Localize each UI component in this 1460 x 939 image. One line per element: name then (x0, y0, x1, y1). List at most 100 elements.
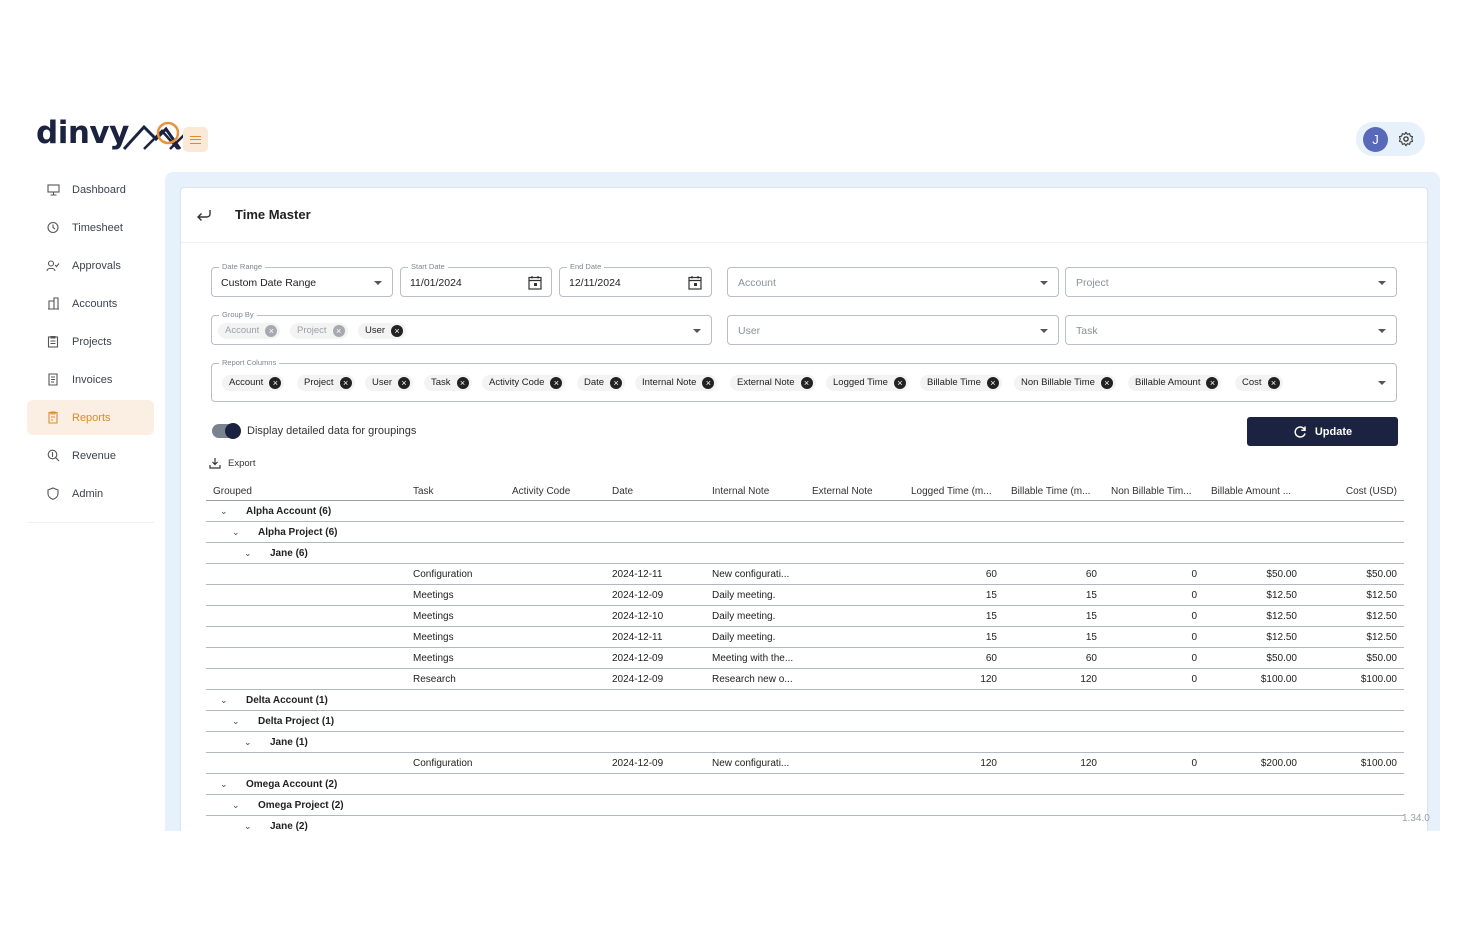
table-row[interactable]: Configuration 2024-12-09 New configurati… (206, 753, 1404, 774)
report-columns-select[interactable]: Report Columns Account × Project × User × T… (211, 358, 1397, 402)
sidebar-item-accounts[interactable]: Accounts (27, 286, 154, 321)
user-menu[interactable]: J (1356, 122, 1425, 156)
group-row-project[interactable]: ⌄ Omega Project (2) (206, 795, 1404, 816)
avatar[interactable]: J (1363, 127, 1388, 152)
table-row[interactable]: Meetings 2024-12-10 Daily meeting. 15 15… (206, 606, 1404, 627)
group-by-chip-user[interactable]: User × (358, 323, 407, 339)
gear-icon[interactable] (1398, 131, 1414, 147)
chip-remove-icon[interactable]: × (702, 377, 715, 389)
update-button[interactable]: Update (1247, 417, 1398, 446)
chip-remove-icon[interactable]: × (339, 377, 352, 389)
sidebar-item-reports[interactable]: Reports (27, 400, 154, 435)
table-row[interactable]: Meetings 2024-12-11 Daily meeting. 15 15… (206, 627, 1404, 648)
task-select[interactable]: Task (1065, 315, 1397, 345)
chip-remove-icon[interactable]: × (800, 377, 813, 389)
column-chip-date[interactable]: Date × (577, 375, 626, 391)
chip-remove-icon[interactable]: × (269, 377, 282, 389)
chip-remove-icon[interactable]: × (610, 377, 623, 389)
column-chip-external-note[interactable]: External Note × (730, 375, 816, 391)
sidebar-item-label: Admin (72, 487, 104, 500)
group-by-select[interactable]: Group By Account × Project × User × (211, 310, 712, 345)
group-row-user[interactable]: ⌄ Jane (2) (206, 816, 1404, 831)
sidebar-item-admin[interactable]: Admin (27, 476, 154, 511)
sidebar-item-dashboard[interactable]: Dashboard (27, 172, 154, 207)
chip-remove-icon[interactable]: × (1100, 377, 1113, 389)
chip-remove-icon[interactable]: × (1206, 377, 1219, 389)
sidebar-item-timesheet[interactable]: Timesheet (27, 210, 154, 245)
sidebar-item-revenue[interactable]: Revenue (27, 438, 154, 473)
user-select[interactable]: User (727, 315, 1059, 345)
chip-remove-icon[interactable]: × (391, 325, 404, 337)
back-arrow-icon[interactable] (196, 208, 212, 222)
calendar-icon[interactable] (528, 275, 542, 290)
date-range-select[interactable]: Date Range Custom Date Range (211, 262, 393, 297)
table-row[interactable]: Meetings 2024-12-09 Daily meeting. 15 15… (206, 585, 1404, 606)
menu-toggle-button[interactable] (183, 127, 208, 152)
column-header-logged-time[interactable]: Logged Time (m... (911, 486, 1003, 497)
column-header-activity-code[interactable]: Activity Code (512, 486, 570, 497)
cell-non-billable-time: 0 (1191, 758, 1197, 769)
group-row-project[interactable]: ⌄ Alpha Project (6) (206, 522, 1404, 543)
chevron-down-icon[interactable]: ⌄ (220, 779, 228, 790)
chevron-down-icon[interactable]: ⌄ (244, 737, 252, 748)
column-header-billable-time[interactable]: Billable Time (m... (1011, 486, 1103, 497)
detailed-data-toggle[interactable] (212, 423, 241, 439)
column-chip-non-billable-time[interactable]: Non Billable Time × (1014, 375, 1116, 391)
chevron-down-icon[interactable]: ⌄ (232, 800, 240, 811)
project-select[interactable]: Project (1065, 267, 1397, 297)
chevron-down-icon[interactable]: ⌄ (232, 716, 240, 727)
column-chip-internal-note[interactable]: Internal Note × (635, 375, 718, 391)
group-label: Alpha Project (6) (258, 527, 338, 538)
account-select[interactable]: Account (727, 267, 1059, 297)
column-chip-task[interactable]: Task × (424, 375, 472, 391)
chevron-down-icon[interactable]: ⌄ (220, 695, 228, 706)
table-row[interactable]: Research 2024-12-09 Research new o... 12… (206, 669, 1404, 690)
start-date-field[interactable]: Start Date 11/01/2024 (400, 262, 552, 297)
sidebar-item-invoices[interactable]: Invoices (27, 362, 154, 397)
chip-remove-icon[interactable]: × (456, 377, 469, 389)
column-header-task[interactable]: Task (413, 486, 434, 497)
column-chip-activity-code[interactable]: Activity Code × (482, 375, 566, 391)
column-chip-account[interactable]: Account × (222, 375, 285, 391)
group-by-chip-account: Account × (218, 323, 281, 339)
column-header-external-note[interactable]: External Note (812, 486, 873, 497)
group-row-user[interactable]: ⌄ Jane (6) (206, 543, 1404, 564)
calendar-icon[interactable] (688, 275, 702, 290)
chevron-down-icon[interactable]: ⌄ (244, 821, 252, 831)
group-row-account[interactable]: ⌄ Delta Account (1) (206, 690, 1404, 711)
column-header-cost[interactable]: Cost (USD) (1346, 486, 1397, 497)
column-chip-billable-amount[interactable]: Billable Amount × (1128, 375, 1222, 391)
table-row[interactable]: Configuration 2024-12-11 New configurati… (206, 564, 1404, 585)
chevron-down-icon[interactable]: ⌄ (220, 506, 228, 517)
column-chip-cost[interactable]: Cost × (1235, 375, 1283, 391)
column-chip-billable-time[interactable]: Billable Time × (920, 375, 1002, 391)
chip-remove-icon[interactable]: × (986, 377, 999, 389)
column-chip-project[interactable]: Project × (297, 375, 355, 391)
cell-billable-amount: $50.00 (1266, 653, 1297, 664)
group-row-project[interactable]: ⌄ Delta Project (1) (206, 711, 1404, 732)
group-row-account[interactable]: ⌄ Omega Account (2) (206, 774, 1404, 795)
chip-remove-icon[interactable]: × (1267, 377, 1280, 389)
column-chip-user[interactable]: User × (365, 375, 414, 391)
end-date-field[interactable]: End Date 12/11/2024 (559, 262, 712, 297)
sidebar-item-approvals[interactable]: Approvals (27, 248, 154, 283)
cell-non-billable-time: 0 (1191, 590, 1197, 601)
chip-remove-icon[interactable]: × (398, 377, 411, 389)
chip-remove-icon[interactable]: × (893, 377, 906, 389)
column-chip-logged-time[interactable]: Logged Time × (826, 375, 909, 391)
column-header-billable-amount[interactable]: Billable Amount ... (1211, 486, 1303, 497)
chip-remove-icon[interactable]: × (550, 377, 563, 389)
group-row-user[interactable]: ⌄ Jane (1) (206, 732, 1404, 753)
sidebar-item-projects[interactable]: Projects (27, 324, 154, 359)
export-button[interactable]: Export (209, 457, 255, 469)
column-header-internal-note[interactable]: Internal Note (712, 486, 769, 497)
group-row-account[interactable]: ⌄ Alpha Account (6) (206, 501, 1404, 522)
column-header-non-billable-time[interactable]: Non Billable Tim... (1111, 486, 1203, 497)
chevron-down-icon[interactable]: ⌄ (244, 548, 252, 559)
start-date-label: Start Date (408, 262, 448, 271)
table-row[interactable]: Meetings 2024-12-09 Meeting with the... … (206, 648, 1404, 669)
chevron-down-icon[interactable]: ⌄ (232, 527, 240, 538)
group-by-label: Group By (219, 310, 257, 319)
column-header-grouped[interactable]: Grouped (213, 486, 252, 497)
column-header-date[interactable]: Date (612, 486, 633, 497)
